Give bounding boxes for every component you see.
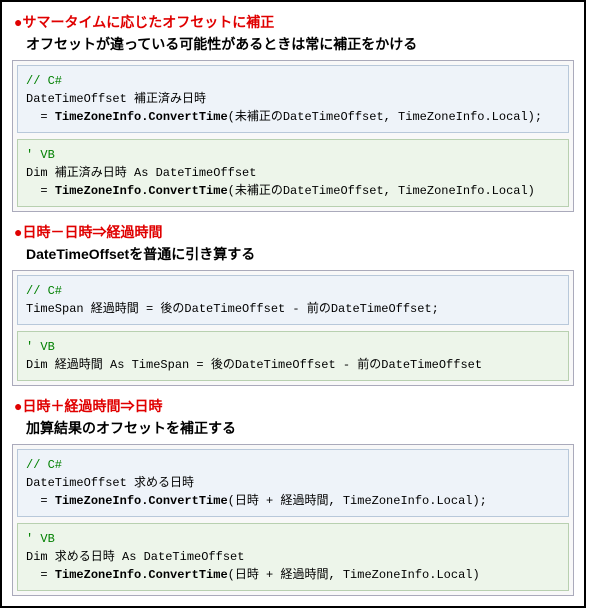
code-csharp-3: // C# DateTimeOffset 求める日時 = TimeZoneInf… (17, 449, 569, 517)
cs-line1: DateTimeOffset 補正済み日時 (26, 92, 206, 106)
section-3: ●日時＋経過時間⇒日時 加算結果のオフセットを補正する // C# DateTi… (12, 396, 574, 596)
vb-line2b: TimeZoneInfo.ConvertTime (55, 568, 228, 582)
vb-line2c: (未補正のDateTimeOffset, TimeZoneInfo.Local) (228, 184, 535, 198)
vb-line1: Dim 求める日時 As DateTimeOffset (26, 550, 244, 564)
cs-comment: // C# (26, 458, 62, 472)
section-1-title-text: サマータイムに応じたオフセットに補正 (22, 14, 274, 30)
cs-line2a: = (26, 110, 55, 124)
section-2-subtitle: DateTimeOffsetを普通に引き算する (26, 244, 574, 264)
cs-comment: // C# (26, 284, 62, 298)
vb-comment: ' VB (26, 532, 55, 546)
code-csharp-1: // C# DateTimeOffset 補正済み日時 = TimeZoneIn… (17, 65, 569, 133)
section-1: ●サマータイムに応じたオフセットに補正 オフセットが違っている可能性があるときは… (12, 12, 574, 212)
cs-line1: TimeSpan 経過時間 = 後のDateTimeOffset - 前のDat… (26, 302, 439, 316)
cs-line2c: (日時 + 経過時間, TimeZoneInfo.Local); (228, 494, 487, 508)
section-2-title-text: 日時－日時⇒経過時間 (22, 224, 162, 240)
vb-line1: Dim 補正済み日時 As DateTimeOffset (26, 166, 256, 180)
document-frame: ●サマータイムに応じたオフセットに補正 オフセットが違っている可能性があるときは… (0, 0, 586, 608)
cs-line2b: TimeZoneInfo.ConvertTime (55, 494, 228, 508)
vb-comment: ' VB (26, 340, 55, 354)
cs-line2c: (未補正のDateTimeOffset, TimeZoneInfo.Local)… (228, 110, 542, 124)
section-2-title: ●日時－日時⇒経過時間 (14, 222, 574, 242)
code-group-1: // C# DateTimeOffset 補正済み日時 = TimeZoneIn… (12, 60, 574, 212)
vb-comment: ' VB (26, 148, 55, 162)
cs-line2b: TimeZoneInfo.ConvertTime (55, 110, 228, 124)
section-1-title: ●サマータイムに応じたオフセットに補正 (14, 12, 574, 32)
vb-line2a: = (26, 184, 55, 198)
cs-comment: // C# (26, 74, 62, 88)
section-3-subtitle: 加算結果のオフセットを補正する (26, 418, 574, 438)
cs-line1: DateTimeOffset 求める日時 (26, 476, 194, 490)
code-vb-2: ' VB Dim 経過時間 As TimeSpan = 後のDateTimeOf… (17, 331, 569, 381)
section-1-subtitle: オフセットが違っている可能性があるときは常に補正をかける (26, 34, 574, 54)
code-vb-1: ' VB Dim 補正済み日時 As DateTimeOffset = Time… (17, 139, 569, 207)
code-vb-3: ' VB Dim 求める日時 As DateTimeOffset = TimeZ… (17, 523, 569, 591)
section-3-title-text: 日時＋経過時間⇒日時 (22, 398, 162, 414)
vb-line2c: (日時 + 経過時間, TimeZoneInfo.Local) (228, 568, 480, 582)
vb-line2a: = (26, 568, 55, 582)
vb-line1: Dim 経過時間 As TimeSpan = 後のDateTimeOffset … (26, 358, 482, 372)
section-3-title: ●日時＋経過時間⇒日時 (14, 396, 574, 416)
section-2: ●日時－日時⇒経過時間 DateTimeOffsetを普通に引き算する // C… (12, 222, 574, 386)
code-group-3: // C# DateTimeOffset 求める日時 = TimeZoneInf… (12, 444, 574, 596)
vb-line2b: TimeZoneInfo.ConvertTime (55, 184, 228, 198)
code-group-2: // C# TimeSpan 経過時間 = 後のDateTimeOffset -… (12, 270, 574, 386)
cs-line2a: = (26, 494, 55, 508)
code-csharp-2: // C# TimeSpan 経過時間 = 後のDateTimeOffset -… (17, 275, 569, 325)
